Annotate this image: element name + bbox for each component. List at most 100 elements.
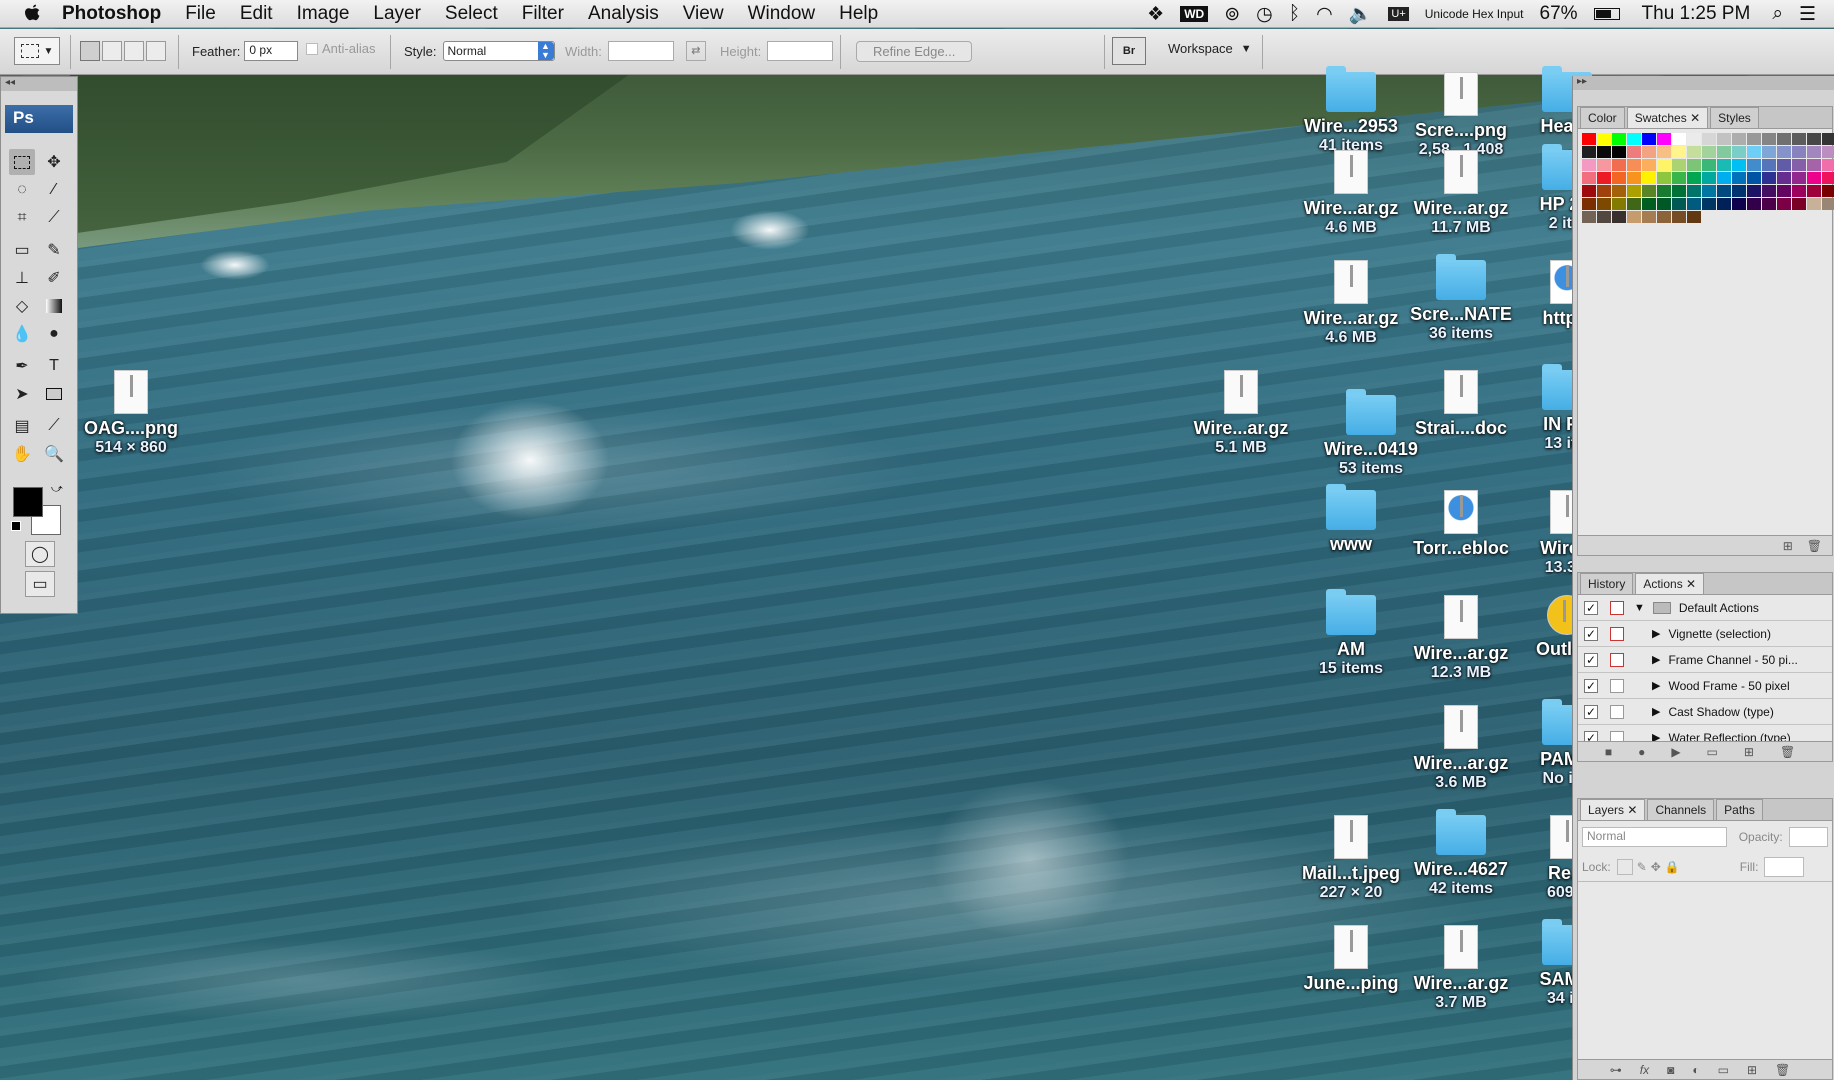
trash-icon[interactable]: 🗑 [1807, 539, 1822, 553]
color-swatch[interactable] [1747, 133, 1761, 145]
modal-dialog-toggle[interactable] [1610, 600, 1624, 615]
color-swatch[interactable] [1702, 185, 1716, 197]
color-swatch[interactable] [1627, 133, 1641, 145]
action-set-row[interactable]: ✓ ▼ Default Actions [1578, 595, 1832, 621]
eraser-tool-icon[interactable]: ◇ [9, 293, 35, 319]
dodge-tool-icon[interactable]: ● [41, 321, 67, 347]
color-swatch[interactable] [1807, 133, 1821, 145]
modal-dialog-toggle[interactable] [1610, 704, 1624, 719]
color-swatch[interactable] [1732, 198, 1746, 210]
menu-layer[interactable]: Layer [361, 3, 433, 25]
color-swatch[interactable] [1777, 172, 1791, 184]
color-swatch[interactable] [1807, 185, 1821, 197]
color-swatch[interactable] [1702, 159, 1716, 171]
add-mask-icon[interactable]: ◙ [1667, 1063, 1674, 1077]
color-swatch[interactable] [1807, 198, 1821, 210]
tab-color[interactable]: Color [1580, 107, 1625, 128]
color-swatch[interactable] [1597, 172, 1611, 184]
desktop-icon[interactable]: Scre...NATE 36 items [1406, 254, 1516, 343]
tab-history[interactable]: History [1580, 573, 1634, 594]
record-icon[interactable]: ● [1638, 745, 1645, 759]
color-swatch[interactable] [1582, 185, 1596, 197]
color-swatch[interactable] [1822, 172, 1834, 184]
color-swatch[interactable] [1672, 133, 1686, 145]
action-toggle-checkbox[interactable]: ✓ [1584, 626, 1598, 641]
color-swatch[interactable] [1672, 172, 1686, 184]
color-swatch[interactable] [1717, 172, 1731, 184]
color-swatch[interactable] [1642, 146, 1656, 158]
color-swatch[interactable] [1807, 159, 1821, 171]
tab-styles[interactable]: Styles [1710, 107, 1759, 128]
color-swatch[interactable] [1657, 211, 1671, 223]
color-swatch[interactable] [1762, 133, 1776, 145]
color-swatch[interactable] [1597, 198, 1611, 210]
color-swatch[interactable] [1672, 198, 1686, 210]
adjustment-layer-icon[interactable]: ◐ [1692, 1063, 1699, 1077]
desktop-icon[interactable]: OAG....png 514 × 860 [76, 370, 186, 457]
add-to-selection-icon[interactable] [102, 41, 122, 61]
battery-percent[interactable]: 67% [1540, 3, 1578, 25]
color-swatch[interactable] [1792, 146, 1806, 158]
desktop-icon[interactable]: Wire...ar.gz 4.6 MB [1296, 150, 1406, 237]
color-swatch[interactable] [1747, 185, 1761, 197]
color-swatch[interactable] [1672, 159, 1686, 171]
zoom-tool-icon[interactable]: 🔍 [41, 441, 67, 467]
clone-stamp-tool-icon[interactable]: ⊥ [9, 265, 35, 291]
close-icon[interactable]: ✕ [1690, 111, 1700, 125]
color-swatch[interactable] [1777, 133, 1791, 145]
color-swatch[interactable] [1687, 172, 1701, 184]
notification-center-icon[interactable]: ☰ [1799, 3, 1816, 26]
color-swatch[interactable] [1672, 211, 1686, 223]
color-swatch[interactable] [1582, 211, 1596, 223]
desktop-icon[interactable]: Strai....doc [1406, 370, 1516, 439]
color-swatch[interactable] [1597, 211, 1611, 223]
color-swatch[interactable] [1642, 159, 1656, 171]
new-set-icon[interactable]: ▭ [1707, 745, 1718, 759]
trash-icon[interactable]: 🗑 [1775, 1063, 1790, 1077]
menu-view[interactable]: View [671, 3, 736, 25]
desktop-icon[interactable]: Wire...ar.gz 4.6 MB [1296, 260, 1406, 347]
desktop-icon[interactable]: Torr...ebloc [1406, 490, 1516, 559]
color-swatch[interactable] [1822, 159, 1834, 171]
color-swatch[interactable] [1792, 172, 1806, 184]
color-swatch[interactable] [1717, 133, 1731, 145]
desktop-icon[interactable]: Wire...4627 42 items [1406, 809, 1516, 898]
width-input[interactable] [607, 41, 674, 61]
new-layer-icon[interactable]: ⊞ [1747, 1063, 1757, 1077]
color-swatch[interactable] [1717, 185, 1731, 197]
desktop-icon[interactable]: Wire...2953 41 items [1296, 66, 1406, 155]
input-source-label[interactable]: Unicode Hex Input [1425, 7, 1524, 21]
color-swatch[interactable] [1822, 185, 1834, 197]
action-row[interactable]: ✓ ▶ Cast Shadow (type) [1578, 699, 1832, 725]
eyedropper-tool-icon[interactable]: ⟋ [41, 205, 67, 231]
color-swatch[interactable] [1597, 185, 1611, 197]
tool-preset-picker[interactable]: ▼ [14, 37, 60, 65]
menu-clock[interactable]: Thu 1:25 PM [1642, 3, 1751, 25]
menu-image[interactable]: Image [285, 3, 362, 25]
color-swatch[interactable] [1732, 185, 1746, 197]
modal-dialog-toggle[interactable] [1610, 626, 1624, 641]
action-row[interactable]: ✓ ▶ Wood Frame - 50 pixel [1578, 673, 1832, 699]
color-swatch[interactable] [1597, 159, 1611, 171]
swap-dimensions-icon[interactable]: ⇄ [685, 41, 706, 61]
battery-icon[interactable] [1593, 8, 1620, 20]
color-swatch[interactable] [1612, 185, 1626, 197]
color-sampler-tool-icon[interactable]: ⟋ [41, 413, 67, 439]
menu-app-name[interactable]: Photoshop [48, 3, 173, 25]
tab-swatches[interactable]: Swatches ✕ [1626, 107, 1709, 128]
color-swatch[interactable] [1657, 185, 1671, 197]
bridge-icon[interactable]: Br [1112, 37, 1146, 65]
hand-tool-icon[interactable]: ✋ [9, 441, 35, 467]
bluetooth-icon[interactable]: ᛒ [1289, 3, 1300, 25]
color-swatch[interactable] [1657, 198, 1671, 210]
color-swatch[interactable] [1657, 159, 1671, 171]
color-swatch[interactable] [1597, 133, 1611, 145]
shape-tool-icon[interactable] [41, 381, 67, 407]
stop-icon[interactable]: ■ [1605, 745, 1612, 759]
tab-paths[interactable]: Paths [1716, 799, 1763, 820]
brush-tool-icon[interactable]: ✎ [41, 237, 67, 263]
expand-triangle-icon[interactable]: ▼ [1634, 602, 1645, 614]
color-swatch[interactable] [1792, 198, 1806, 210]
color-swatch[interactable] [1612, 211, 1626, 223]
opacity-input[interactable] [1788, 827, 1828, 847]
